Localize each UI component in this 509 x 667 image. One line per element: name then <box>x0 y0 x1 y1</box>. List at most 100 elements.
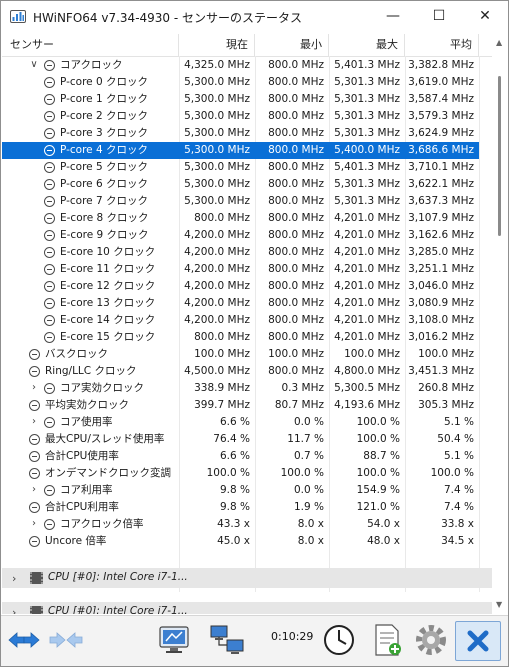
sensor-name-cell: P-core 4 クロック <box>2 142 179 159</box>
sensor-row[interactable]: P-core 4 クロック 5,300.0 MHz 800.0 MHz 5,400.0… <box>2 142 479 159</box>
column-avg[interactable]: 平均 <box>405 34 479 56</box>
sensor-clock-icon <box>44 417 55 428</box>
sensor-row[interactable]: オンデマンドクロック変調 100.0 % 100.0 % 100.0 % 100.0 % <box>2 465 479 482</box>
sensor-row[interactable]: P-core 2 クロック 5,300.0 MHz 800.0 MHz 5,301.3… <box>2 108 479 125</box>
sensor-row[interactable]: › コア実効クロック 338.9 MHz 0.3 MHz 5,300.5 MHz 260.… <box>2 380 479 397</box>
sensor-name-cell: E-core 13 クロック <box>2 295 179 312</box>
sensor-label: E-core 13 クロック <box>60 297 156 309</box>
sensor-name-cell: P-core 3 クロック <box>2 125 179 142</box>
value-max: 4,201.0 MHz <box>334 314 400 326</box>
reset-timer-button[interactable] <box>319 621 359 659</box>
close-x-icon <box>467 630 489 652</box>
value-min: 800.0 MHz <box>268 263 324 275</box>
value-max: 5,301.3 MHz <box>334 127 400 139</box>
sensor-row[interactable]: バスクロック 100.0 MHz 100.0 MHz 100.0 MHz 100.0 M… <box>2 346 479 363</box>
sensor-row[interactable]: 平均実効クロック 399.7 MHz 80.7 MHz 4,193.6 MHz 305.… <box>2 397 479 414</box>
sensor-row[interactable]: 最大CPU/スレッド使用率 76.4 % 11.7 % 100.0 % 50.4 % <box>2 431 479 448</box>
sensor-row[interactable]: P-core 6 クロック 5,300.0 MHz 800.0 MHz 5,301.3… <box>2 176 479 193</box>
column-min[interactable]: 最小 <box>255 34 329 56</box>
sensor-row[interactable]: E-core 14 クロック 4,200.0 MHz 800.0 MHz 4,201.… <box>2 312 479 329</box>
network-button[interactable] <box>207 621 247 659</box>
sensor-label: コア実効クロック <box>60 382 144 394</box>
sensor-row[interactable]: E-core 10 クロック 4,200.0 MHz 800.0 MHz 4,201.… <box>2 244 479 261</box>
column-max[interactable]: 最大 <box>329 34 405 56</box>
value-avg: 3,686.6 MHz <box>405 142 479 159</box>
value-cur: 5,300.0 MHz <box>184 76 250 88</box>
log-file-add-icon <box>375 624 401 656</box>
sensor-clock-icon <box>44 485 55 496</box>
settings-button[interactable] <box>411 621 451 659</box>
expand-chevron-icon[interactable]: › <box>12 606 16 614</box>
column-header: センサー 現在 最小 最大 平均 <box>2 34 492 57</box>
sensor-row[interactable]: P-core 5 クロック 5,300.0 MHz 800.0 MHz 5,401.3… <box>2 159 479 176</box>
value-cur: 45.0 x <box>217 535 250 547</box>
sensor-name-cell: › コア利用率 <box>2 482 179 499</box>
sensor-row[interactable]: › コアクロック倍率 43.3 x 8.0 x 54.0 x 33.8 x <box>2 516 479 533</box>
report-button[interactable] <box>155 621 195 659</box>
sensor-clock-icon <box>44 332 55 343</box>
sensor-name-cell: E-core 11 クロック <box>2 261 179 278</box>
sensor-label: 合計CPU使用率 <box>45 450 119 462</box>
logging-button[interactable] <box>367 621 407 659</box>
vertical-scrollbar[interactable]: ▲ ▼ <box>492 34 507 614</box>
sensor-row[interactable]: P-core 1 クロック 5,300.0 MHz 800.0 MHz 5,301.3… <box>2 91 479 108</box>
column-current[interactable]: 現在 <box>179 34 255 56</box>
sensor-clock-icon <box>44 145 55 156</box>
expand-chevron-icon[interactable]: › <box>29 519 39 529</box>
sensor-row[interactable]: 合計CPU利用率 9.8 % 1.9 % 121.0 % 7.4 % <box>2 499 479 516</box>
sensor-row[interactable]: › コア利用率 9.8 % 0.0 % 154.9 % 7.4 % <box>2 482 479 499</box>
scroll-down-icon[interactable]: ▼ <box>496 600 502 609</box>
value-min: 800.0 MHz <box>268 195 324 207</box>
sensor-row[interactable]: P-core 3 クロック 5,300.0 MHz 800.0 MHz 5,301.3… <box>2 125 479 142</box>
navigate-left-right-button[interactable] <box>5 621 43 659</box>
scroll-up-icon[interactable]: ▲ <box>496 38 502 47</box>
sensor-row[interactable]: E-core 15 クロック 800.0 MHz 800.0 MHz 4,201.0 … <box>2 329 479 346</box>
value-cur: 100.0 MHz <box>194 348 250 360</box>
close-sensors-button[interactable] <box>455 621 501 661</box>
value-max: 121.0 % <box>356 501 400 513</box>
value-max: 4,201.0 MHz <box>334 297 400 309</box>
value-avg: 3,622.1 MHz <box>408 178 474 190</box>
sensor-row[interactable]: E-core 9 クロック 4,200.0 MHz 800.0 MHz 4,201.0… <box>2 227 479 244</box>
sensor-name-cell: オンデマンドクロック変調 <box>2 465 179 482</box>
sensor-row[interactable]: 合計CPU使用率 6.6 % 0.7 % 88.7 % 5.1 % <box>2 448 479 465</box>
value-cur: 5,300.0 MHz <box>184 93 250 105</box>
value-cur: 6.6 % <box>219 416 250 428</box>
value-avg: 3,579.3 MHz <box>408 110 474 122</box>
close-window-button[interactable]: ✕ <box>462 1 508 31</box>
collapse-chevron-icon[interactable]: ∨ <box>29 60 39 70</box>
expand-chevron-icon[interactable]: › <box>29 417 39 427</box>
sensor-group-header[interactable]: › CPU [#0]: Intel Core i7-1... <box>2 602 492 614</box>
value-min: 0.0 % <box>293 416 324 428</box>
value-cur: 5,300.0 MHz <box>179 142 255 159</box>
maximize-button[interactable]: ☐ <box>416 1 462 31</box>
sensor-row[interactable]: P-core 0 クロック 5,300.0 MHz 800.0 MHz 5,301.3… <box>2 74 479 91</box>
column-sensor[interactable]: センサー <box>2 34 179 56</box>
sensor-name-cell: ∨ コアクロック <box>2 57 179 74</box>
sensor-row[interactable]: Uncore 倍率 45.0 x 8.0 x 48.0 x 34.5 x <box>2 533 479 550</box>
sensor-row[interactable]: P-core 7 クロック 5,300.0 MHz 800.0 MHz 5,301.3… <box>2 193 479 210</box>
sensor-row[interactable]: E-core 13 クロック 4,200.0 MHz 800.0 MHz 4,201.… <box>2 295 479 312</box>
sensor-clock-icon <box>44 196 55 207</box>
expand-chevron-icon[interactable]: › <box>29 485 39 495</box>
sensor-row[interactable]: ∨ コアクロック 4,325.0 MHz 800.0 MHz 5,401.3 MHz 3,… <box>2 57 479 74</box>
minimize-button[interactable]: — <box>370 1 416 31</box>
sensor-clock-icon <box>44 162 55 173</box>
monitor-report-icon <box>159 626 189 653</box>
sensor-row[interactable]: › コア使用率 6.6 % 0.0 % 100.0 % 5.1 % <box>2 414 479 431</box>
sensor-row[interactable]: E-core 12 クロック 4,200.0 MHz 800.0 MHz 4,201.… <box>2 278 479 295</box>
sensor-row[interactable]: E-core 8 クロック 800.0 MHz 800.0 MHz 4,201.0 M… <box>2 210 479 227</box>
value-cur: 800.0 MHz <box>194 212 250 224</box>
window-title: HWiNFO64 v7.34-4930 - センサーのステータス <box>33 11 303 25</box>
value-min: 800.0 MHz <box>268 76 324 88</box>
sensor-group-label: CPU [#0]: Intel Core i7-1... <box>48 605 188 614</box>
scrollbar-thumb[interactable] <box>498 76 501 236</box>
sensor-row[interactable]: E-core 11 クロック 4,200.0 MHz 800.0 MHz 4,201.… <box>2 261 479 278</box>
navigate-inward-button[interactable] <box>47 621 85 659</box>
value-max: 5,400.0 MHz <box>329 142 405 159</box>
expand-chevron-icon[interactable]: › <box>12 572 16 585</box>
value-cur: 338.9 MHz <box>194 382 250 394</box>
expand-chevron-icon[interactable]: › <box>29 383 39 393</box>
sensor-group-header[interactable]: › CPU [#0]: Intel Core i7-1... <box>2 568 492 588</box>
sensor-row[interactable]: Ring/LLC クロック 4,500.0 MHz 800.0 MHz 4,800.0… <box>2 363 479 380</box>
